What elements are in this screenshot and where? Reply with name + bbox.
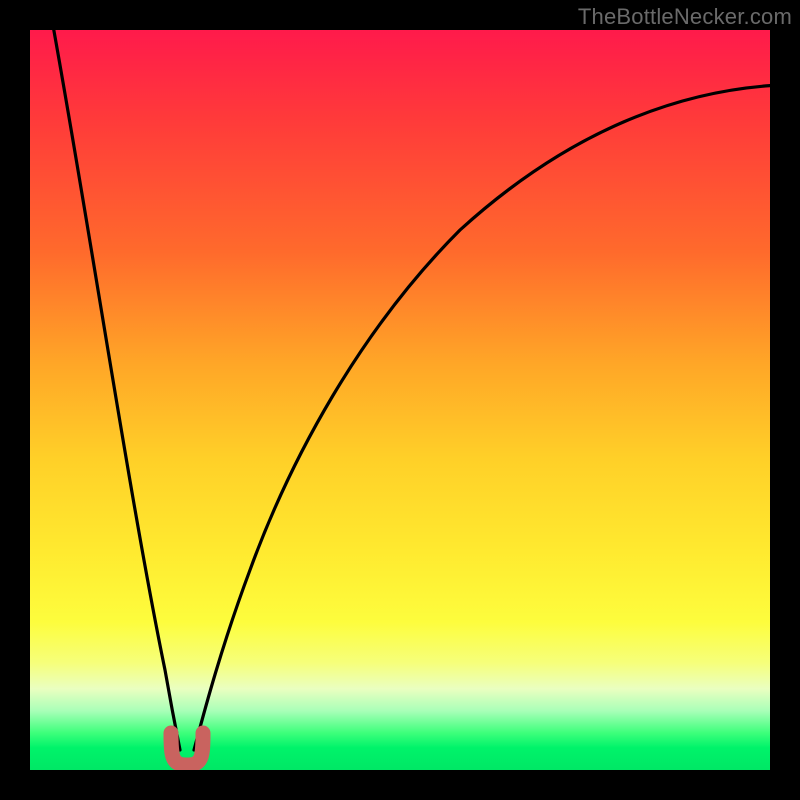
optimal-marker (171, 733, 203, 765)
curve-right-branch (194, 85, 770, 750)
curve-layer (30, 30, 770, 770)
plot-area (30, 30, 770, 770)
curve-left-branch (52, 30, 180, 750)
watermark-text: TheBottleNecker.com (578, 4, 792, 30)
chart-frame: TheBottleNecker.com (0, 0, 800, 800)
